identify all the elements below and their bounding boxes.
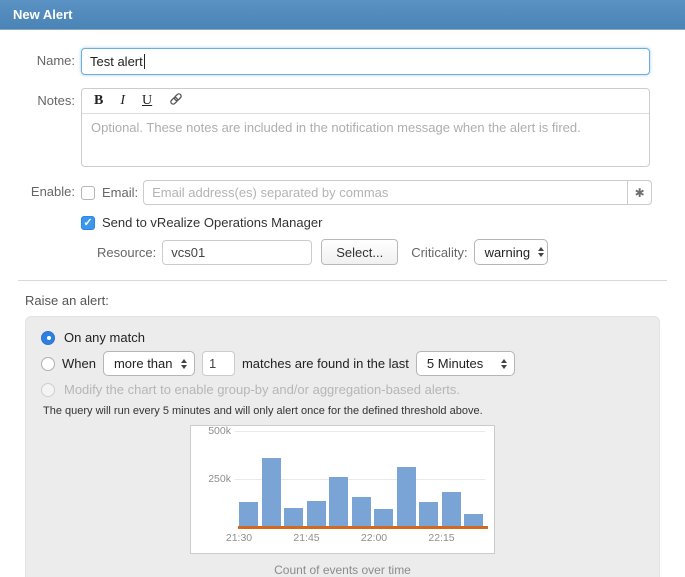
email-label: Email: — [102, 185, 138, 200]
any-match-radio[interactable] — [41, 331, 55, 345]
option-modify-chart: Modify the chart to enable group-by and/… — [41, 379, 644, 400]
select-arrows-icon — [501, 359, 507, 369]
when-middle-text: matches are found in the last — [242, 356, 409, 371]
chart-ytick-label: 250k — [191, 473, 231, 485]
name-input[interactable]: Test alert — [81, 48, 650, 75]
raise-alert-panel: On any match When more than matches are … — [25, 316, 660, 577]
notes-toolbar: B I U — [82, 89, 649, 114]
chart-caption: Count of events over time — [41, 563, 644, 577]
criticality-value: warning — [485, 245, 531, 260]
when-radio[interactable] — [41, 357, 55, 371]
required-asterisk-icon[interactable]: ✱ — [627, 180, 652, 205]
vrops-checkbox-label: Send to vRealize Operations Manager — [102, 215, 322, 230]
link-icon[interactable] — [169, 92, 183, 110]
chart-bar — [239, 502, 258, 526]
criticality-select[interactable]: warning — [474, 239, 548, 265]
chart-bar — [442, 492, 461, 526]
chart-bar — [307, 501, 326, 526]
notes-textarea[interactable]: Optional. These notes are included in th… — [82, 114, 649, 166]
new-alert-dialog: New Alert Name: Test alert Notes: B I — [0, 0, 685, 577]
chart-bar — [284, 508, 303, 526]
name-input-value: Test alert — [90, 54, 143, 69]
comparator-value: more than — [114, 356, 173, 371]
criticality-label: Criticality: — [411, 245, 467, 260]
underline-button[interactable]: U — [142, 94, 152, 108]
chart-bars — [239, 426, 483, 526]
section-divider — [18, 280, 667, 281]
dialog-title: New Alert — [13, 7, 72, 22]
email-checkbox[interactable] — [81, 186, 95, 200]
vrops-checkbox[interactable]: ✓ — [81, 216, 95, 230]
chart-bar — [352, 497, 371, 526]
enable-label: Enable: — [0, 180, 75, 265]
chart-bar — [397, 467, 416, 526]
chart-xtick-label: 22:00 — [361, 532, 387, 544]
any-match-label: On any match — [64, 330, 145, 345]
match-count-input[interactable] — [202, 351, 235, 376]
email-input[interactable] — [143, 180, 652, 205]
chart-xtick-label: 21:45 — [293, 532, 319, 544]
raise-alert-label: Raise an alert: — [25, 293, 685, 308]
chart-bar — [464, 514, 483, 526]
resource-label: Resource: — [97, 245, 156, 260]
name-label: Name: — [0, 48, 75, 75]
when-prefix: When — [62, 356, 96, 371]
events-chart: 500k 250k 21:30 21:45 22:00 22:15 — [190, 425, 495, 554]
chart-bar — [374, 509, 393, 526]
notes-editor: B I U Optional. These notes — [81, 88, 650, 167]
italic-button[interactable]: I — [120, 94, 125, 108]
modify-chart-label: Modify the chart to enable group-by and/… — [64, 382, 460, 397]
bold-button[interactable]: B — [94, 94, 103, 108]
option-any-match: On any match — [41, 327, 644, 348]
name-row: Name: Test alert — [0, 48, 685, 75]
resource-input[interactable] — [162, 240, 312, 265]
query-schedule-note: The query will run every 5 minutes and w… — [43, 405, 644, 417]
text-caret — [144, 54, 145, 69]
comparator-select[interactable]: more than — [103, 351, 195, 376]
chart-ytick-label: 500k — [191, 425, 231, 437]
chart-bar — [419, 502, 438, 526]
email-input-wrap: ✱ — [143, 180, 652, 205]
chart-bar — [329, 477, 348, 526]
select-resource-button[interactable]: Select... — [321, 239, 398, 265]
dialog-header: New Alert — [0, 0, 685, 30]
time-window-value: 5 Minutes — [427, 356, 483, 371]
time-window-select[interactable]: 5 Minutes — [416, 351, 515, 376]
chart-bar — [262, 458, 281, 526]
select-arrows-icon — [538, 247, 544, 257]
notes-row: Notes: B I U — [0, 88, 685, 167]
option-when-threshold: When more than matches are found in the … — [41, 351, 644, 376]
select-arrows-icon — [181, 359, 187, 369]
modify-chart-radio — [41, 383, 55, 397]
chart-xtick-label: 22:15 — [428, 532, 454, 544]
notes-label: Notes: — [0, 88, 75, 167]
enable-row: Enable: Email: ✱ ✓ Send to vRealize Oper… — [0, 180, 685, 265]
chart-baseline — [238, 526, 488, 529]
chart-xtick-label: 21:30 — [226, 532, 252, 544]
